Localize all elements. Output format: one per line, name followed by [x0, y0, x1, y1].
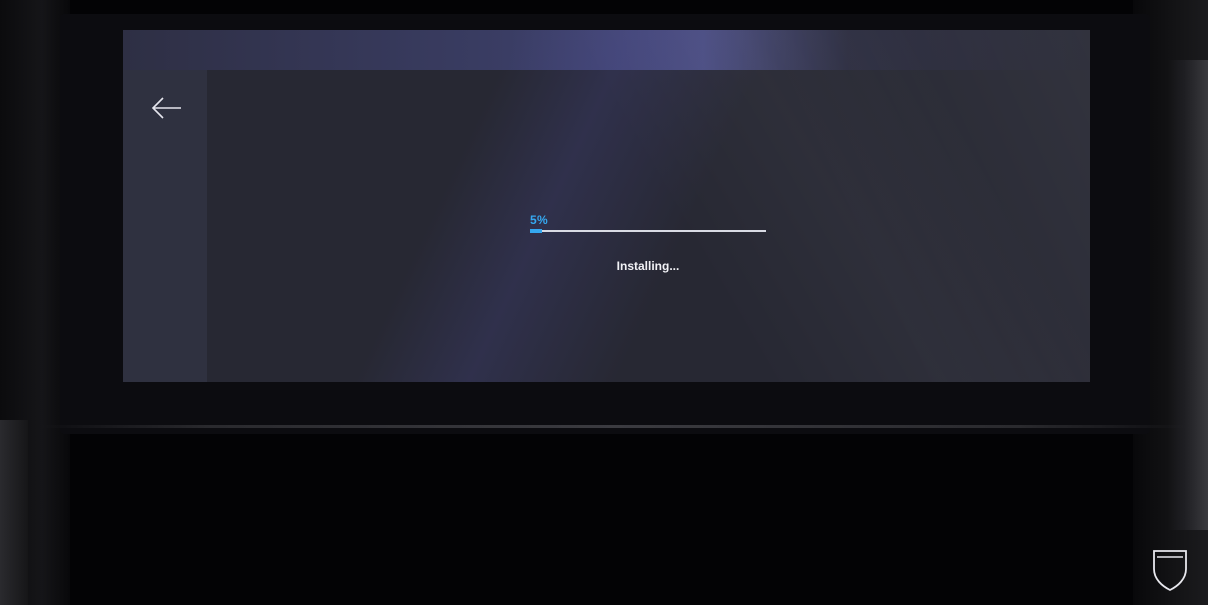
shield-crest-icon	[1150, 545, 1190, 593]
infotainment-screen: 5% Installing...	[123, 30, 1090, 382]
install-progress: 5%	[530, 213, 766, 237]
car-dashboard: 5% Installing...	[0, 0, 1208, 605]
progress-fill	[530, 229, 542, 233]
screen-sheen	[123, 30, 1090, 382]
arrow-left-icon	[151, 97, 181, 119]
install-status-text: Installing...	[616, 259, 680, 273]
progress-percent: 5%	[530, 213, 548, 227]
progress-track	[530, 229, 766, 233]
glass-edge	[40, 425, 1190, 428]
back-button[interactable]	[145, 92, 185, 124]
